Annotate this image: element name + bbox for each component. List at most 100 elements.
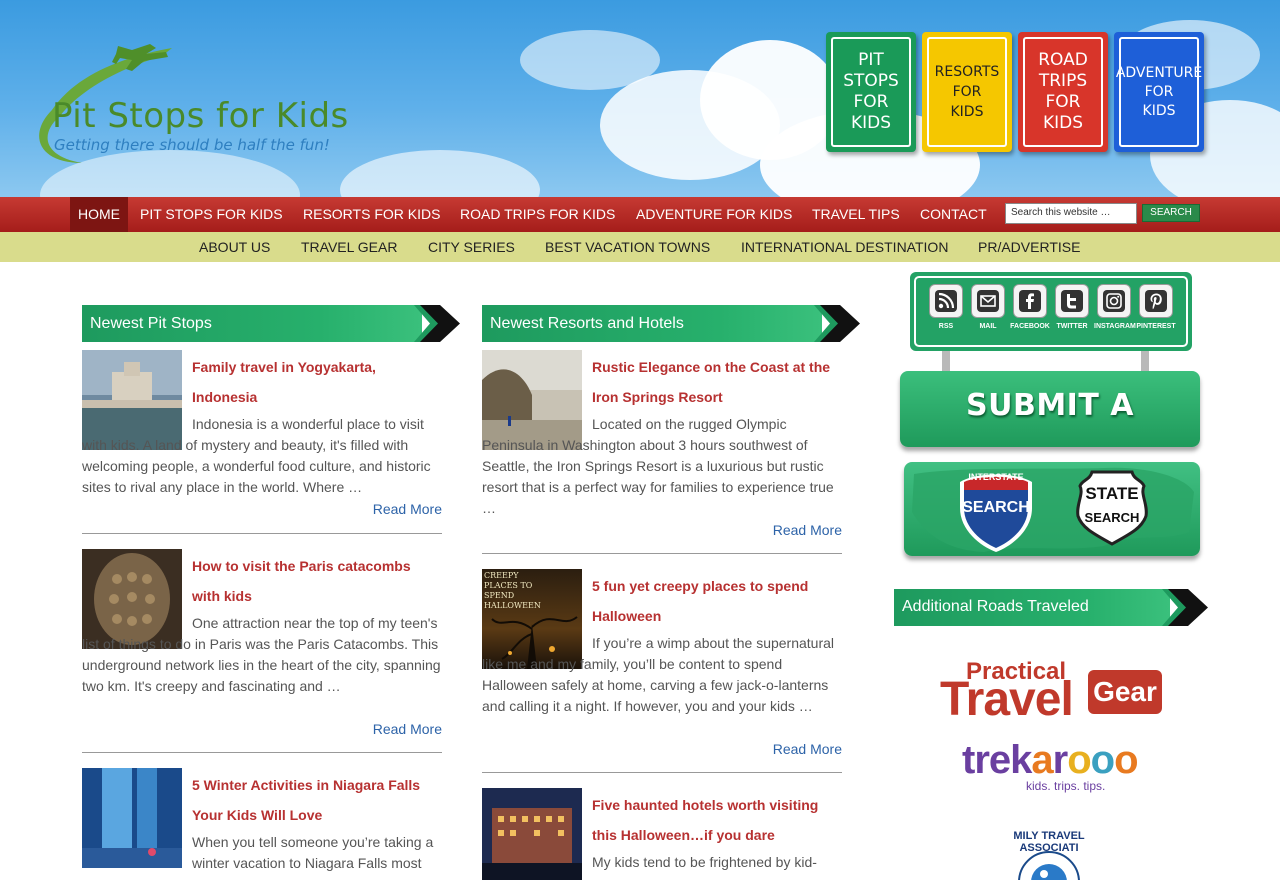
post-excerpt: My kids tend to be frightened by kid-: [592, 854, 817, 870]
post-card: Rustic Elegance on the Coast at the Iron…: [482, 350, 842, 554]
nav-international-destination[interactable]: INTERNATIONAL DESTINATION: [741, 232, 948, 262]
site-logo[interactable]: Pit Stops for Kids Getting there should …: [22, 38, 352, 168]
practical-travel-gear-logo[interactable]: Practical Travel Gear: [940, 658, 1165, 726]
trekaroo-wordmark: trekarooo: [962, 738, 1139, 782]
post-excerpt: When you tell someone you’re taking a wi…: [192, 834, 434, 871]
pitstops-column: Newest Pit Stops Family travel in Yogyak…: [82, 305, 462, 880]
interstate-search-label: SEARCH: [962, 499, 1030, 516]
post-excerpt: One attraction near the top of my teen's…: [82, 615, 441, 694]
sign-pole: [942, 351, 950, 373]
post-thumbnail[interactable]: [482, 788, 582, 880]
post-thumbnail[interactable]: [82, 768, 182, 868]
nav-pr-advertise[interactable]: PR/ADVERTISE: [978, 232, 1080, 262]
sign-road-trips[interactable]: ROAD TRIPS FOR KIDS: [1018, 32, 1108, 152]
nav-resorts[interactable]: RESORTS FOR KIDS: [303, 197, 440, 232]
twitter-icon: [1061, 290, 1083, 312]
state-search-label: SEARCH: [1084, 510, 1140, 525]
search-button[interactable]: SEARCH: [1142, 204, 1200, 222]
sign-adventure[interactable]: ADVENTURE FOR KIDS: [1114, 32, 1204, 152]
read-more-link[interactable]: Read More: [773, 741, 842, 757]
interstate-label: INTERSTATE: [968, 472, 1024, 482]
pinterest-icon: [1145, 290, 1167, 312]
logo-title: Pit Stops for Kids: [52, 96, 349, 136]
chevron-right-icon: [814, 305, 860, 342]
state-search-banner[interactable]: INTERSTATE SEARCH STATE SEARCH: [904, 462, 1200, 556]
section-ribbon: Additional Roads Traveled: [894, 589, 1210, 626]
sign-resorts-label: RESORTS FOR KIDS: [934, 64, 1000, 120]
post-card: Family travel in Yogyakarta, Indonesia I…: [82, 350, 442, 534]
sign-pit-stops-label: PIT STOPS FOR KIDS: [843, 50, 899, 133]
nav-about-us[interactable]: ABOUT US: [199, 232, 270, 262]
read-more-link[interactable]: Read More: [373, 721, 442, 737]
family-travel-association-logo[interactable]: MILY TRAVEL ASSOCIATI: [984, 826, 1114, 880]
post-card: CREEPY PLACES TO SPEND HALLOWEEN 5 fun y…: [482, 569, 842, 773]
trekaroo-logo[interactable]: trekarooo kids. trips. tips.: [962, 738, 1142, 794]
state-label: STATE: [1085, 484, 1139, 503]
social-label: INSTAGRAM: [1094, 323, 1136, 330]
post-excerpt: Indonesia is a wonderful place to visit …: [82, 416, 431, 495]
twitter-button[interactable]: [1055, 284, 1089, 318]
social-label: TWITTER: [1056, 323, 1088, 330]
nav-pit-stops[interactable]: PIT STOPS FOR KIDS: [140, 197, 283, 232]
submit-review-button[interactable]: SUBMIT A REVIEW: [900, 371, 1200, 493]
section-ribbon: Newest Resorts and Hotels: [482, 305, 862, 342]
rss-icon: [935, 290, 957, 312]
social-label: RSS: [938, 323, 954, 330]
social-sign: RSS MAIL FACEBOOK TWITTER INSTAGRAM PINT…: [910, 272, 1192, 351]
state-shield-icon: [1076, 470, 1148, 546]
facebook-button[interactable]: [1013, 284, 1047, 318]
post-card: 5 Winter Activities in Niagara Falls You…: [82, 768, 442, 880]
sign-road-trips-label: ROAD TRIPS FOR KIDS: [1038, 50, 1088, 133]
search-input[interactable]: Search this website …: [1005, 203, 1137, 224]
sign-pit-stops[interactable]: PIT STOPS FOR KIDS: [826, 32, 916, 152]
post-title[interactable]: 5 Winter Activities in Niagara Falls You…: [192, 770, 442, 830]
category-signs: PIT STOPS FOR KIDS RESORTS FOR KIDS ROAD…: [824, 32, 1209, 154]
site-header: Pit Stops for Kids Getting there should …: [0, 0, 1280, 197]
sign-resorts[interactable]: RESORTS FOR KIDS: [922, 32, 1012, 152]
post-excerpt: Located on the rugged Olympic Peninsula …: [482, 416, 834, 516]
cloud: [340, 150, 540, 197]
nav-best-vacation-towns[interactable]: BEST VACATION TOWNS: [545, 232, 710, 262]
instagram-icon: [1103, 290, 1125, 312]
section-heading: Newest Resorts and Hotels: [490, 315, 684, 332]
chevron-right-icon: [1162, 589, 1208, 626]
nav-contact[interactable]: CONTACT: [920, 197, 987, 232]
post-title[interactable]: 5 fun yet creepy places to spend Hallowe…: [592, 571, 842, 631]
social-label: PINTEREST: [1136, 323, 1176, 330]
read-more-link[interactable]: Read More: [373, 501, 442, 517]
sign-pole: [1141, 351, 1149, 373]
read-more-link[interactable]: Read More: [773, 522, 842, 538]
section-heading: Newest Pit Stops: [90, 315, 212, 332]
logo-tagline: Getting there should be half the fun!: [54, 136, 330, 154]
post-card: Five haunted hotels worth visiting this …: [482, 788, 842, 880]
primary-nav: HOME PIT STOPS FOR KIDS RESORTS FOR KIDS…: [0, 197, 1280, 232]
section-heading: Additional Roads Traveled: [902, 598, 1089, 615]
post-card: How to visit the Paris catacombs with ki…: [82, 549, 442, 753]
rss-button[interactable]: [929, 284, 963, 318]
map-icon: [912, 467, 1194, 552]
resorts-column: Newest Resorts and Hotels Rustic Eleganc…: [482, 305, 862, 880]
mail-button[interactable]: [971, 284, 1005, 318]
post-title[interactable]: How to visit the Paris catacombs with ki…: [192, 551, 442, 611]
nav-travel-tips[interactable]: TRAVEL TIPS: [812, 197, 900, 232]
ptg-travel-text: Travel: [940, 673, 1074, 726]
nav-city-series[interactable]: CITY SERIES: [428, 232, 515, 262]
post-title[interactable]: Five haunted hotels worth visiting this …: [592, 790, 842, 850]
social-label: MAIL: [979, 323, 997, 330]
nav-road-trips[interactable]: ROAD TRIPS FOR KIDS: [460, 197, 615, 232]
pinterest-button[interactable]: [1139, 284, 1173, 318]
post-title[interactable]: Rustic Elegance on the Coast at the Iron…: [592, 352, 842, 412]
instagram-button[interactable]: [1097, 284, 1131, 318]
section-ribbon: Newest Pit Stops: [82, 305, 462, 342]
facebook-icon: [1019, 290, 1041, 312]
post-title[interactable]: Family travel in Yogyakarta, Indonesia: [192, 352, 442, 412]
secondary-nav: ABOUT US TRAVEL GEAR CITY SERIES BEST VA…: [0, 232, 1280, 262]
nav-travel-gear[interactable]: TRAVEL GEAR: [301, 232, 397, 262]
sign-adventure-label: ADVENTURE FOR KIDS: [1115, 64, 1203, 119]
nav-home[interactable]: HOME: [70, 197, 128, 232]
fta-text: MILY TRAVEL ASSOCIATI: [1013, 830, 1085, 854]
nav-adventure[interactable]: ADVENTURE FOR KIDS: [636, 197, 792, 232]
chevron-right-icon: [414, 305, 460, 342]
post-excerpt: If you’re a wimp about the supernatural …: [482, 635, 835, 714]
mail-icon: [977, 290, 999, 312]
